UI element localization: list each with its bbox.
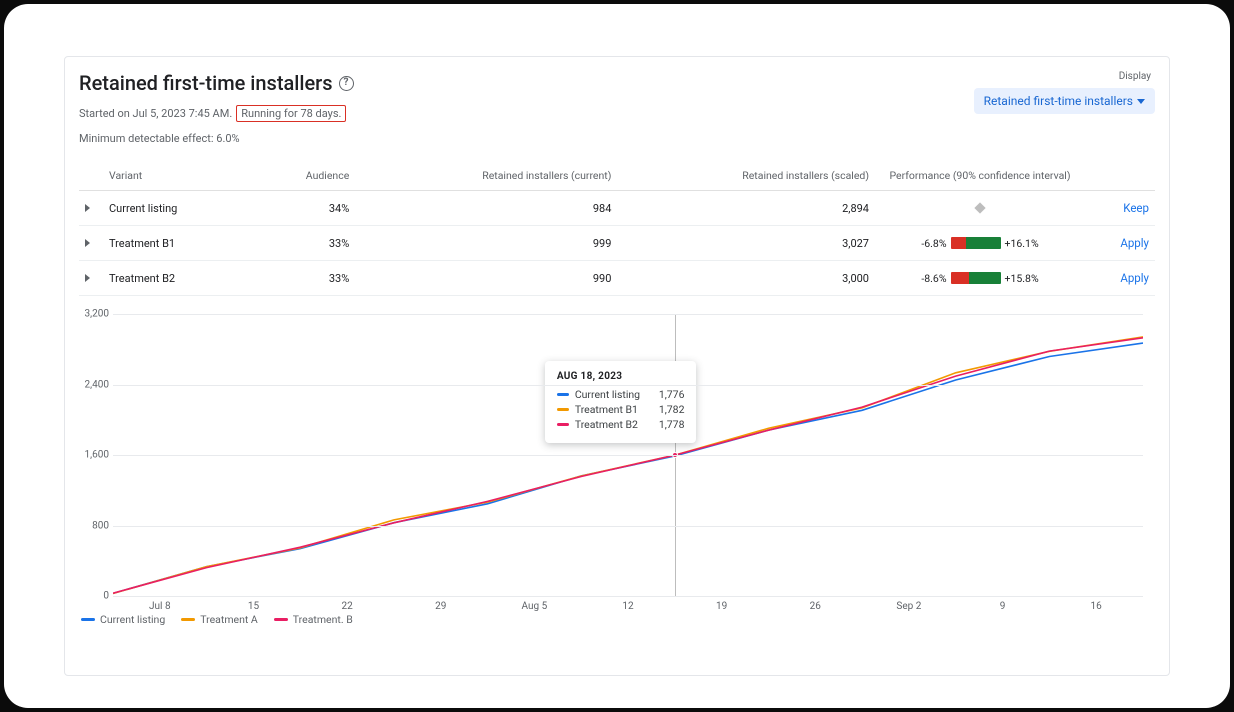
baseline-marker-icon — [974, 202, 985, 213]
perf-bar — [951, 237, 1001, 249]
start-date-label: Started on Jul 5, 2023 7:45 AM. — [79, 107, 232, 120]
legend-label: Treatment A — [200, 613, 258, 626]
display-dropdown[interactable]: Retained first-time installers — [974, 88, 1155, 114]
x-axis-label: 16 — [1091, 601, 1102, 612]
perf-bar — [951, 272, 1001, 284]
mde-label: Minimum detectable effect: 6.0% — [79, 132, 354, 145]
action-link[interactable]: Keep — [1123, 201, 1149, 215]
tooltip-series-label: Treatment B1 — [575, 403, 653, 416]
table-row: Treatment B2 33% 990 3,000 -8.6% +15.8% … — [79, 261, 1155, 296]
tooltip-swatch — [557, 423, 569, 426]
y-axis-label: 3,200 — [79, 309, 109, 320]
tooltip-swatch — [557, 393, 569, 396]
y-axis-label: 0 — [79, 591, 109, 602]
page-title: Retained first-time installers — [79, 71, 333, 95]
y-axis-label: 800 — [79, 520, 109, 531]
x-axis-label: 29 — [435, 601, 446, 612]
x-axis-label: 22 — [341, 601, 352, 612]
chart: AUG 18, 2023 Current listing 1,776 Treat… — [79, 312, 1155, 632]
tooltip-series-label: Current listing — [575, 388, 653, 401]
experiment-panel: Retained first-time installers ? Started… — [64, 56, 1170, 676]
legend-swatch — [81, 618, 95, 621]
legend-swatch — [274, 618, 288, 621]
table-row: Treatment B1 33% 999 3,027 -6.8% +16.1% … — [79, 226, 1155, 261]
col-performance: Performance (90% confidence interval) — [875, 161, 1085, 191]
tooltip-series-value: 1,782 — [659, 403, 685, 416]
cell-variant: Treatment B2 — [103, 261, 252, 296]
cell-scaled: 3,000 — [617, 261, 875, 296]
col-scaled: Retained installers (scaled) — [617, 161, 875, 191]
legend-item[interactable]: Treatment A — [181, 613, 258, 626]
expand-row-icon[interactable] — [85, 274, 90, 282]
cell-variant: Current listing — [103, 191, 252, 226]
cell-current: 990 — [355, 261, 617, 296]
cell-audience: 33% — [252, 261, 355, 296]
perf-high: +15.8% — [1005, 272, 1039, 285]
chevron-down-icon — [1137, 99, 1145, 104]
running-duration-label: Running for 78 days. — [236, 105, 346, 122]
cell-current: 984 — [355, 191, 617, 226]
y-axis-label: 2,400 — [79, 379, 109, 390]
x-axis-label: 19 — [716, 601, 727, 612]
x-axis-label: Jul 8 — [149, 601, 171, 612]
chart-tooltip: AUG 18, 2023 Current listing 1,776 Treat… — [545, 361, 697, 443]
x-axis-label: Aug 5 — [522, 601, 548, 612]
display-dropdown-value: Retained first-time installers — [984, 94, 1133, 108]
action-link[interactable]: Apply — [1120, 236, 1149, 250]
table-row: Current listing 34% 984 2,894 Keep — [79, 191, 1155, 226]
expand-row-icon[interactable] — [85, 204, 90, 212]
col-current: Retained installers (current) — [355, 161, 617, 191]
x-axis-label: Sep 2 — [896, 601, 921, 612]
tooltip-series-value: 1,776 — [659, 388, 685, 401]
action-link[interactable]: Apply — [1120, 271, 1149, 285]
cell-scaled: 2,894 — [617, 191, 875, 226]
tooltip-swatch — [557, 408, 569, 411]
col-audience: Audience — [252, 161, 355, 191]
tooltip-date: AUG 18, 2023 — [557, 371, 685, 382]
cell-scaled: 3,027 — [617, 226, 875, 261]
cell-current: 999 — [355, 226, 617, 261]
cell-variant: Treatment B1 — [103, 226, 252, 261]
legend-label: Treatment. B — [293, 613, 353, 626]
cell-audience: 34% — [252, 191, 355, 226]
legend-swatch — [181, 618, 195, 621]
cell-audience: 33% — [252, 226, 355, 261]
variants-table: Variant Audience Retained installers (cu… — [79, 161, 1155, 296]
expand-row-icon[interactable] — [85, 239, 90, 247]
tooltip-series-value: 1,778 — [659, 418, 685, 431]
perf-high: +16.1% — [1005, 237, 1039, 250]
x-axis-label: 12 — [622, 601, 633, 612]
legend-item[interactable]: Current listing — [81, 613, 165, 626]
x-axis-label: 15 — [248, 601, 259, 612]
display-label: Display — [974, 71, 1155, 82]
legend-item[interactable]: Treatment. B — [274, 613, 353, 626]
chart-legend: Current listing Treatment A Treatment. B — [81, 613, 353, 626]
y-axis-label: 1,600 — [79, 450, 109, 461]
x-axis-label: 26 — [810, 601, 821, 612]
legend-label: Current listing — [100, 613, 165, 626]
perf-low: -6.8% — [921, 237, 946, 250]
col-variant: Variant — [103, 161, 252, 191]
perf-low: -8.6% — [921, 272, 946, 285]
help-icon[interactable]: ? — [339, 76, 354, 91]
x-axis-label: 9 — [1000, 601, 1006, 612]
tooltip-series-label: Treatment B2 — [575, 418, 653, 431]
